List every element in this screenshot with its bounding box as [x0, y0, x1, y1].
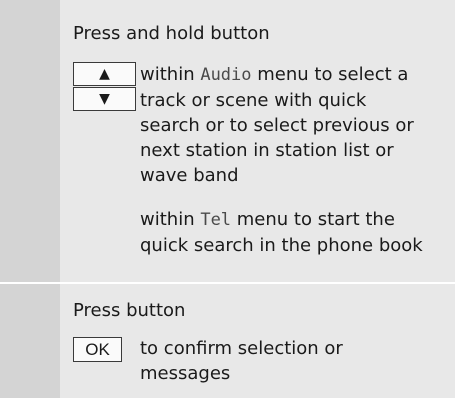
ok-key-label: OK [85, 339, 110, 359]
description-line: track or scene with quick [140, 90, 367, 111]
row-content-cell: Press button OK to confirm selection or … [60, 284, 455, 398]
description-line: next station in station list or [140, 140, 394, 161]
row-heading: Press button [73, 300, 186, 321]
description-line: menu to select a [251, 64, 409, 85]
arrow-down-icon: ▼ [99, 91, 110, 107]
description-line: menu to start the [231, 209, 395, 230]
ok-key: OK [73, 337, 122, 362]
arrow-up-key: ▲ [73, 62, 136, 86]
description-line: wave band [140, 165, 239, 186]
row-heading: Press and hold button [73, 23, 270, 44]
arrow-up-icon: ▲ [99, 66, 110, 82]
ok-description: to confirm selection or messages [140, 336, 450, 386]
audio-menu-description: within Audio menu to select a track or s… [140, 62, 450, 188]
within-label: within [140, 64, 201, 85]
tel-menu-description: within Tel menu to start the quick searc… [140, 207, 450, 258]
description-line: search or to select previous or [140, 115, 414, 136]
row-label-cell [0, 0, 60, 282]
arrow-down-key: ▼ [73, 87, 136, 111]
tel-menu-name: Tel [200, 210, 232, 230]
description-line: to confirm selection or [140, 338, 343, 359]
instruction-table: Press and hold button ▲ ▼ within Audio m… [0, 0, 455, 398]
table-row: Press button OK to confirm selection or … [0, 284, 455, 398]
description-line: quick search in the phone book [140, 235, 423, 256]
row-content-cell: Press and hold button ▲ ▼ within Audio m… [60, 0, 455, 282]
row-label-cell [0, 284, 60, 398]
description-line: messages [140, 363, 231, 384]
table-row: Press and hold button ▲ ▼ within Audio m… [0, 0, 455, 282]
within-label: within [140, 209, 201, 230]
audio-menu-name: Audio [200, 65, 252, 85]
